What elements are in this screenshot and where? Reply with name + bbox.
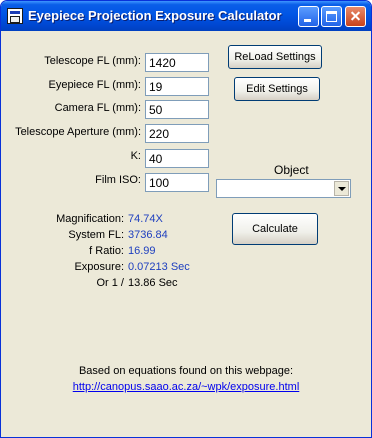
edit-settings-button[interactable]: Edit Settings — [234, 77, 320, 101]
reload-settings-button[interactable]: ReLoad Settings — [228, 45, 322, 69]
f-ratio-label: f Ratio: — [89, 245, 124, 257]
object-dropdown[interactable] — [216, 179, 351, 198]
maximize-button[interactable] — [321, 6, 342, 27]
title-bar[interactable]: Eyepiece Projection Exposure Calculator — [1, 1, 371, 31]
film-iso-input[interactable] — [145, 173, 209, 192]
camera-fl-input[interactable] — [145, 100, 209, 119]
footer-text: Based on equations found on this webpage… — [78, 365, 294, 377]
close-button[interactable] — [345, 6, 366, 27]
exposure-webpage-link[interactable]: http://canopus.saao.ac.za/~wpk/exposure.… — [73, 381, 300, 393]
magnification-value: 74.74X — [128, 213, 163, 225]
eyepiece-fl-input[interactable] — [145, 77, 209, 96]
magnification-label: Magnification: — [56, 213, 124, 225]
k-input[interactable] — [145, 149, 209, 168]
camera-fl-label: Camera FL (mm): — [54, 102, 141, 114]
telescope-fl-input[interactable] — [145, 53, 209, 72]
system-fl-label: System FL: — [68, 229, 124, 241]
minimize-icon — [304, 19, 311, 22]
or-one-over-label: Or 1 / — [96, 277, 124, 289]
app-window: Eyepiece Projection Exposure Calculator … — [0, 0, 372, 438]
minimize-button[interactable] — [298, 6, 319, 27]
or-one-over-value: 13.86 Sec — [128, 277, 178, 289]
system-fl-value: 3736.84 — [128, 229, 168, 241]
exposure-label: Exposure: — [74, 261, 124, 273]
window-title: Eyepiece Projection Exposure Calculator — [28, 8, 282, 23]
f-ratio-value: 16.99 — [128, 245, 156, 257]
chevron-down-icon[interactable] — [334, 181, 349, 196]
eyepiece-fl-label: Eyepiece FL (mm): — [48, 79, 141, 91]
film-iso-label: Film ISO: — [95, 174, 141, 186]
telescope-fl-label: Telescope FL (mm): — [44, 55, 141, 67]
telescope-aperture-label: Telescope Aperture (mm): — [15, 126, 141, 138]
maximize-icon — [326, 11, 337, 22]
client-area: Telescope FL (mm): Eyepiece FL (mm): Cam… — [4, 31, 368, 436]
k-label: K: — [130, 150, 141, 162]
footer-link-wrap: http://canopus.saao.ac.za/~wpk/exposure.… — [4, 381, 368, 393]
close-icon — [346, 7, 365, 26]
telescope-aperture-input[interactable] — [145, 124, 209, 143]
calculate-button[interactable]: Calculate — [232, 213, 318, 245]
object-label: Object — [274, 163, 309, 177]
exposure-value: 0.07213 Sec — [128, 261, 190, 273]
app-icon[interactable] — [7, 8, 23, 24]
